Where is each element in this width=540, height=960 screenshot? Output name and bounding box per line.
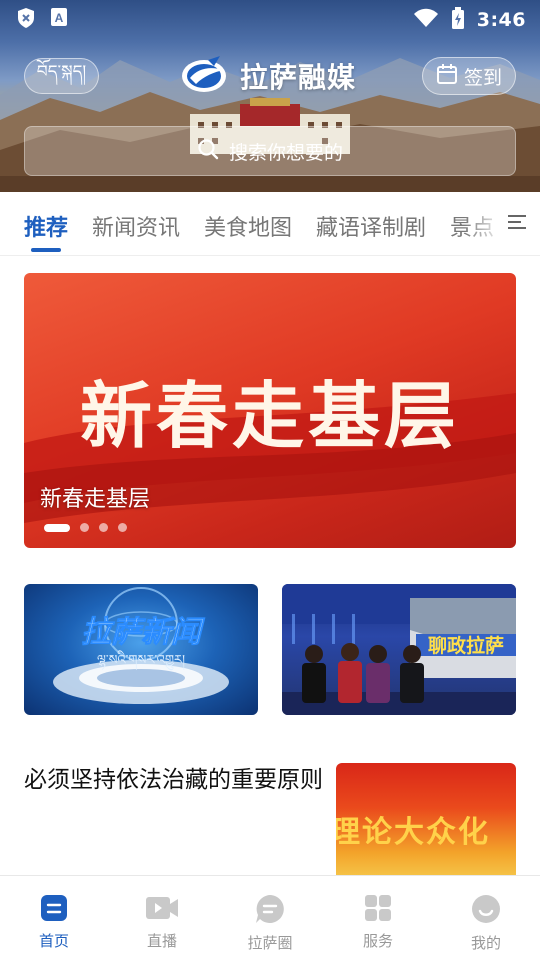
political-talk-card[interactable]: 聊政拉萨 (282, 584, 516, 715)
nav-lhasa-circle[interactable]: 拉萨圈 (230, 894, 310, 953)
profile-icon (471, 894, 501, 928)
banner-caption: 新春走基层 (40, 487, 151, 512)
lhasa-news-card[interactable]: 拉萨新闻 ལྷ་སའི་གསར་འགྱུར། (24, 584, 258, 715)
tibetan-language-label: བོད་སྐད། (36, 62, 87, 82)
shield-x-icon (16, 7, 36, 33)
wifi-icon (413, 8, 439, 32)
category-tabs: 推荐 新闻资讯 美食地图 藏语译制剧 景点 (0, 192, 540, 256)
article-title[interactable]: 必须坚持依法治藏的重要原则 (24, 766, 324, 794)
active-tab-indicator (31, 248, 61, 252)
news-studio-artwork: 拉萨新闻 ལྷ་སའི་གསར་འགྱུར། (53, 587, 229, 704)
tab-food-map[interactable]: 美食地图 (204, 210, 292, 242)
header-hero: A 3:46 བོད་སྐད། 拉萨融媒 签到 搜索你想要的 (0, 0, 540, 192)
card-art-subtitle: ལྷ་སའི་གསར་འགྱུར། (97, 650, 185, 671)
tab-news[interactable]: 新闻资讯 (92, 210, 180, 242)
font-a-icon: A (50, 7, 68, 33)
banner-art-title: 新春走基层 (80, 373, 460, 458)
article-thumb-text: 理论大众化 (336, 815, 490, 850)
battery-charging-icon (451, 7, 465, 33)
nav-live[interactable]: 直播 (122, 894, 202, 951)
banner-carousel[interactable]: 新春走基层 新春走基层 (24, 273, 516, 548)
signin-label: 签到 (463, 66, 502, 89)
status-time: 3:46 (476, 9, 526, 31)
menu-icon (507, 213, 527, 235)
grid-icon (364, 894, 392, 926)
nav-profile[interactable]: 我的 (446, 894, 526, 953)
nav-services-label: 服务 (362, 932, 393, 950)
video-camera-icon (145, 894, 179, 926)
carousel-dot[interactable] (44, 523, 70, 532)
svg-text:A: A (55, 11, 64, 25)
signin-button[interactable]: 签到 (422, 57, 516, 95)
carousel-dot[interactable] (99, 523, 108, 532)
nav-services[interactable]: 服务 (338, 894, 418, 951)
card-art-title: 拉萨新闻 (81, 615, 205, 650)
search-placeholder: 搜索你想要的 (228, 141, 343, 164)
nav-home[interactable]: 首页 (14, 894, 94, 951)
political-talk-artwork: 聊政拉萨 (282, 584, 516, 715)
search-icon (197, 138, 219, 165)
tab-menu-button[interactable] (494, 192, 540, 255)
tibetan-language-button[interactable]: བོད་སྐད། (24, 58, 99, 94)
app-logo-icon (180, 54, 230, 98)
nav-live-label: 直播 (146, 932, 177, 950)
home-icon (40, 894, 68, 926)
carousel-dots (44, 523, 127, 532)
tab-tibetan-dubbed-drama[interactable]: 藏语译制剧 (316, 210, 426, 242)
tab-recommended[interactable]: 推荐 (24, 210, 68, 242)
card-art-title: 聊政拉萨 (428, 634, 504, 657)
nav-lhasa-circle-label: 拉萨圈 (247, 934, 293, 952)
bottom-navigation: 首页 直播 拉萨圈 服务 我的 (0, 875, 540, 960)
nav-profile-label: 我的 (470, 934, 501, 952)
article-thumbnail[interactable]: 理论大众化 (336, 763, 516, 875)
status-bar: A 3:46 (0, 0, 540, 38)
nav-home-label: 首页 (38, 932, 69, 950)
search-input[interactable]: 搜索你想要的 (24, 126, 516, 176)
carousel-dot[interactable] (80, 523, 89, 532)
calendar-icon (436, 63, 458, 90)
app-brand: 拉萨融媒 (180, 54, 356, 98)
carousel-dot[interactable] (118, 523, 127, 532)
app-name: 拉萨融媒 (240, 61, 357, 94)
chat-bubble-icon (255, 894, 285, 928)
